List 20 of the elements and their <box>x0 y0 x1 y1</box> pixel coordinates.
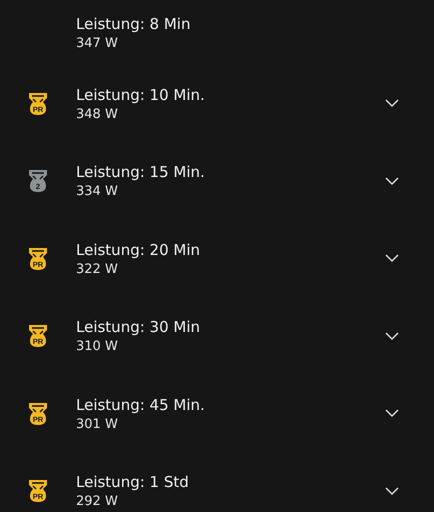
chevron-down-icon[interactable] <box>385 332 399 341</box>
chevron-down-icon[interactable] <box>385 176 399 186</box>
record-title: Leistung: 1 Std <box>76 473 190 492</box>
record-value: 322 W <box>76 262 119 277</box>
record-value: 347 W <box>76 36 119 50</box>
record-title: Leistung: 8 Min <box>76 14 192 32</box>
record-value: 301 W <box>76 416 119 432</box>
record-title: Leistung: 30 Min <box>76 318 202 336</box>
record-value: 292 W <box>76 494 119 510</box>
record-title: Leistung: 10 Min. <box>76 86 206 104</box>
record-value: 310 W <box>76 339 119 354</box>
record-title: Leistung: 20 Min <box>76 240 202 259</box>
chevron-down-icon[interactable] <box>385 254 399 264</box>
record-title: Leistung: 45 Min. <box>76 396 206 414</box>
record-value: 334 W <box>76 184 119 200</box>
chevron-down-icon[interactable] <box>385 409 399 418</box>
chevron-down-icon[interactable] <box>385 486 399 496</box>
chevron-down-icon[interactable] <box>385 99 399 108</box>
record-value: 348 W <box>76 106 119 122</box>
record-title: Leistung: 15 Min. <box>76 163 206 182</box>
